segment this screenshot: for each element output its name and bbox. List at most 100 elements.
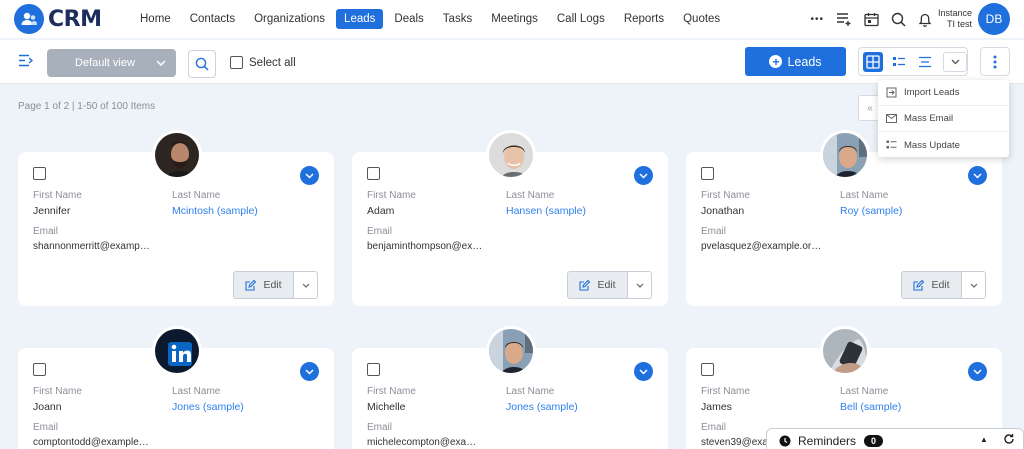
select-all[interactable]: Select all	[230, 56, 296, 69]
nav-deals[interactable]: Deals	[386, 9, 431, 29]
edit-button[interactable]: Edit	[233, 271, 294, 299]
first-name-value: James	[701, 401, 732, 413]
nav-reports[interactable]: Reports	[616, 9, 672, 29]
last-name-label: Last Name	[172, 190, 221, 201]
instance-info: Instance TI test	[938, 8, 972, 30]
last-name-link[interactable]: Mcintosh (sample)	[172, 205, 258, 217]
nav-home[interactable]: Home	[132, 9, 179, 29]
nav-more-button[interactable]: •••	[810, 14, 824, 25]
menu-item-import-leads[interactable]: Import Leads	[878, 80, 1009, 106]
expand-chevron-icon[interactable]	[634, 166, 653, 185]
email-value: michelecompton@exa…	[367, 437, 477, 448]
search-button[interactable]	[188, 50, 216, 78]
first-name-label: First Name	[367, 386, 416, 397]
reminders-panel[interactable]: Reminders 0 ▲	[766, 428, 1024, 449]
edit-label: Edit	[263, 279, 282, 291]
nav-call-logs[interactable]: Call Logs	[549, 9, 613, 29]
email-label: Email	[701, 226, 727, 237]
double-chevron-left-icon: «	[867, 102, 873, 114]
expand-chevron-icon[interactable]	[300, 362, 319, 381]
nav-contacts[interactable]: Contacts	[182, 9, 243, 29]
edit-icon	[579, 279, 591, 291]
refresh-icon[interactable]	[1003, 433, 1015, 448]
edit-button[interactable]: Edit	[567, 271, 628, 299]
lead-photo	[486, 130, 536, 180]
last-name-link[interactable]: Hansen (sample)	[506, 205, 586, 217]
email-label: Email	[33, 226, 59, 237]
expand-chevron-icon[interactable]	[968, 166, 987, 185]
card-checkbox[interactable]	[367, 363, 380, 376]
select-all-checkbox[interactable]	[230, 56, 243, 69]
email-label: Email	[367, 422, 393, 433]
edit-label: Edit	[597, 279, 616, 291]
nav-organizations[interactable]: Organizations	[246, 9, 333, 29]
lead-photo	[152, 326, 202, 376]
last-name-link[interactable]: Roy (sample)	[840, 205, 902, 217]
menu-item-label: Mass Update	[904, 139, 960, 151]
last-name-label: Last Name	[506, 386, 555, 397]
card-checkbox[interactable]	[33, 167, 46, 180]
expand-chevron-icon[interactable]	[968, 362, 987, 381]
lead-card[interactable]: First Name Last Name Jennifer Mcintosh (…	[18, 130, 334, 306]
email-value: shannonmerritt@examp…	[33, 241, 150, 252]
add-list-icon[interactable]	[836, 12, 852, 26]
last-name-label: Last Name	[172, 386, 221, 397]
app-logo[interactable]: CRM	[14, 4, 132, 34]
email-label: Email	[367, 226, 393, 237]
last-name-label: Last Name	[840, 190, 889, 201]
chevron-down-icon	[302, 283, 309, 288]
nav-meetings[interactable]: Meetings	[483, 9, 546, 29]
last-name-link[interactable]: Jones (sample)	[506, 401, 578, 413]
first-name-label: First Name	[33, 190, 82, 201]
menu-item-mass-update[interactable]: Mass Update	[878, 132, 1009, 158]
email-value: benjaminthompson@ex…	[367, 241, 483, 252]
lead-card[interactable]: First Name Last Name Adam Hansen (sample…	[352, 130, 668, 306]
search-icon[interactable]	[891, 12, 906, 27]
pagination-info: Page 1 of 2 | 1-50 of 100 Items	[18, 101, 156, 112]
card-checkbox[interactable]	[33, 363, 46, 376]
lead-card[interactable]: First Name Last Name Joann Jones (sample…	[18, 326, 334, 449]
expand-chevron-icon[interactable]	[300, 166, 319, 185]
first-name-value: Adam	[367, 205, 395, 217]
card-checkbox[interactable]	[367, 167, 380, 180]
sidebar-toggle-icon[interactable]	[18, 54, 34, 72]
edit-dropdown[interactable]	[294, 271, 318, 299]
first-name-value: Michelle	[367, 401, 406, 413]
bell-icon[interactable]	[918, 12, 932, 27]
calendar-icon[interactable]	[864, 12, 879, 27]
card-checkbox[interactable]	[701, 167, 714, 180]
last-name-link[interactable]: Bell (sample)	[840, 401, 901, 413]
lead-card[interactable]: First Name Last Name Jonathan Roy (sampl…	[686, 130, 1002, 306]
reminders-count-badge: 0	[864, 434, 884, 447]
edit-button[interactable]: Edit	[901, 271, 962, 299]
grid-view-icon[interactable]	[863, 51, 883, 72]
more-actions-button[interactable]	[980, 47, 1010, 76]
add-lead-button[interactable]: + Leads	[745, 47, 846, 76]
align-view-icon[interactable]	[915, 52, 935, 72]
nav-quotes[interactable]: Quotes	[675, 9, 728, 29]
first-name-value: Jennifer	[33, 205, 71, 217]
menu-item-mass-email[interactable]: Mass Email	[878, 106, 1009, 132]
collapse-caret-icon[interactable]: ▲	[980, 435, 988, 444]
email-value: pvelasquez@example.or…	[701, 241, 822, 252]
add-lead-label: Leads	[787, 54, 822, 69]
expand-chevron-icon[interactable]	[634, 362, 653, 381]
lead-photo	[486, 326, 536, 376]
user-avatar[interactable]: DB	[978, 3, 1010, 35]
card-checkbox[interactable]	[701, 363, 714, 376]
nav-leads[interactable]: Leads	[336, 9, 384, 29]
last-name-link[interactable]: Jones (sample)	[172, 401, 244, 413]
view-select[interactable]: Default view	[47, 49, 176, 77]
lead-card[interactable]: First Name Last Name Michelle Jones (sam…	[352, 326, 668, 449]
list-view-icon[interactable]	[889, 52, 909, 72]
last-name-label: Last Name	[840, 386, 889, 397]
first-name-value: Jonathan	[701, 205, 745, 217]
mail-icon	[886, 114, 897, 123]
nav-tasks[interactable]: Tasks	[435, 9, 480, 29]
edit-dropdown[interactable]	[628, 271, 652, 299]
edit-group: Edit	[901, 271, 986, 299]
edit-dropdown[interactable]	[962, 271, 986, 299]
view-options-dropdown[interactable]	[943, 51, 967, 72]
clock-icon	[779, 435, 791, 446]
edit-icon	[913, 279, 925, 291]
